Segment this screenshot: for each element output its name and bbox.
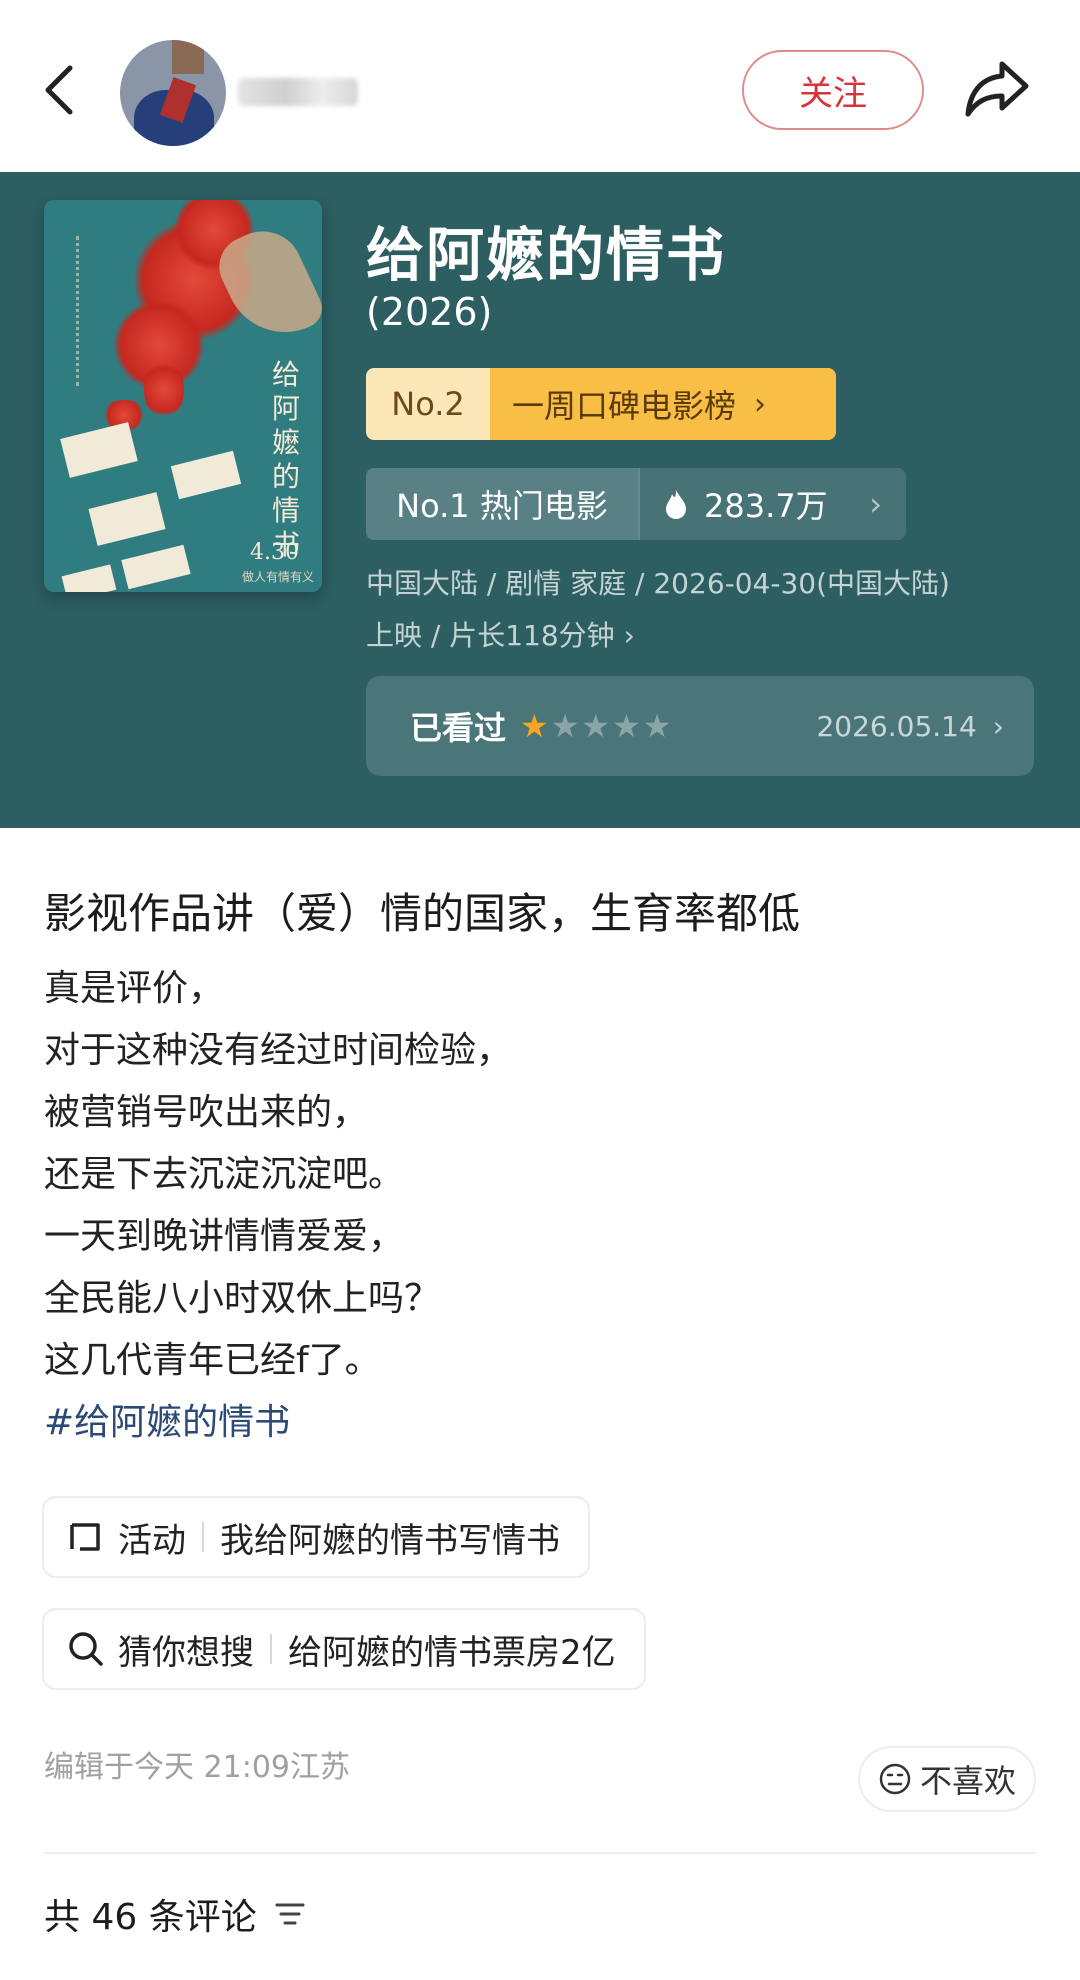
hot-value: 283.7万 › [640,468,906,540]
dislike-button[interactable]: 不喜欢 [858,1746,1036,1812]
watched-label: 已看过 [410,709,507,747]
movie-card[interactable]: 给阿嬷的情书 4.30 做人有情有义 给阿嬷的情书 (2026) No.2 一周… [0,172,1080,828]
hashtag-link[interactable]: #给阿嬷的情书 [44,1392,512,1454]
activity-chip[interactable]: 活动 我给阿嬷的情书写情书 [42,1496,590,1578]
activity-icon [70,1523,100,1551]
share-arrow-icon [965,61,1029,117]
post-line: 还是下去沉淀沉淀吧。 [44,1154,405,1195]
movie-meta-line2-row: 上映 / 片长118分钟 › [366,610,1046,662]
post-line: 对于这种没有经过时间检验， [44,1030,513,1071]
rank-list-label: 一周口碑电影榜 [512,387,737,425]
post-title: 影视作品讲（爱）情的国家，生育率都低 [44,889,801,938]
post-line: 被营销号吹出来的， [44,1092,369,1133]
top-bar: 关注 [0,0,1080,172]
suggested-search-chip[interactable]: 猜你想搜 给阿嬷的情书票房2亿 [42,1608,646,1690]
rating-stars: ★ ★ ★ ★ ★ [520,707,673,745]
movie-year: (2026) [366,290,493,334]
watched-date: 2026.05.14 [816,709,977,743]
star-icon: ★ [642,707,672,745]
poster-date: 4.30 [250,540,299,565]
search-tag: 猜你想搜 [118,1632,254,1673]
flame-icon [666,490,686,519]
edit-info: 编辑于今天 21:09江苏 [44,1750,350,1785]
poster-title: 给阿嬷的情书 [272,358,301,561]
chevron-right-icon: › [869,485,882,523]
movie-poster[interactable]: 给阿嬷的情书 4.30 做人有情有义 [44,200,322,592]
divider [44,1852,1036,1854]
ranking-badge[interactable]: No.2 一周口碑电影榜 › [366,368,836,440]
share-button[interactable] [964,58,1030,120]
watched-bar[interactable]: 已看过 ★ ★ ★ ★ ★ 2026.05.14 › [366,676,1034,776]
movie-meta[interactable]: 中国大陆 / 剧情 家庭 / 2026-04-30(中国大陆) 上映 / 片长1… [366,558,1046,662]
chevron-right-icon: › [992,709,1004,743]
back-arrow-icon [45,65,73,115]
post-line: 这几代青年已经f了。 [44,1340,381,1381]
rank-list-name: 一周口碑电影榜 › [490,368,836,440]
star-icon: ★ [520,707,549,745]
search-text: 给阿嬷的情书票房2亿 [288,1632,616,1673]
star-icon: ★ [550,707,580,745]
post-line: 一天到晚讲情情爱爱， [44,1216,405,1257]
back-button[interactable] [38,62,82,118]
dislike-label: 不喜欢 [919,1762,1016,1800]
rank-number: No.2 [366,368,490,440]
chevron-right-icon: › [754,386,767,422]
hot-value-number: 283.7万 [704,487,828,525]
hot-label: No.1 热门电影 [366,468,640,540]
star-icon: ★ [612,707,641,745]
dislike-face-icon [879,1763,911,1795]
comments-header[interactable]: 共 46 条评论 [44,1888,305,1940]
post-line: 全民能八小时双休上吗？ [44,1278,441,1319]
star-icon: ★ [581,707,611,745]
username-redacted[interactable] [238,78,358,106]
activity-tag: 活动 [118,1520,186,1561]
post-line: 真是评价， [44,968,225,1009]
poster-slogan: 做人有情有义 [242,570,315,584]
movie-meta-line1: 中国大陆 / 剧情 家庭 / 2026-04-30(中国大陆) [366,567,950,600]
comments-count: 共 46 条评论 [44,1897,257,1938]
activity-text: 我给阿嬷的情书写情书 [220,1520,560,1561]
filter-icon[interactable] [275,1901,305,1927]
chevron-right-icon: › [623,619,635,652]
movie-title[interactable]: 给阿嬷的情书 [366,208,726,292]
movie-meta-line2: 上映 / 片长118分钟 [366,619,615,652]
avatar[interactable] [120,40,226,146]
hot-badge[interactable]: No.1 热门电影 283.7万 › [366,468,906,540]
search-icon [69,1632,103,1666]
post-body: 真是评价， 对于这种没有经过时间检验， 被营销号吹出来的， 还是下去沉淀沉淀吧。… [44,958,512,1454]
follow-button[interactable]: 关注 [742,50,924,130]
